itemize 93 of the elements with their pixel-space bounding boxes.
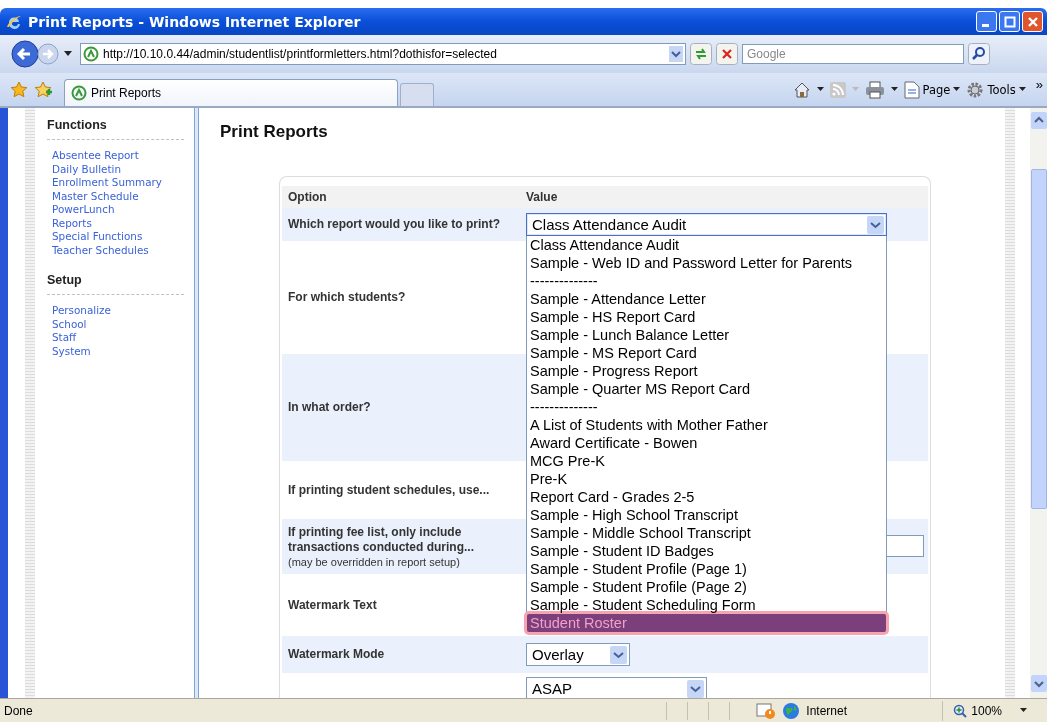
dropdown-option[interactable]: Award Certificate - Bowen xyxy=(527,434,886,452)
vertical-scrollbar[interactable] xyxy=(1030,108,1047,698)
maximize-icon xyxy=(1003,15,1016,28)
stop-icon[interactable] xyxy=(716,43,738,65)
sidebar-link[interactable]: Daily Bulletin xyxy=(52,162,194,176)
caret-icon[interactable] xyxy=(816,87,824,92)
dropdown-option[interactable]: Sample - Progress Report xyxy=(527,362,886,380)
status-text: Done xyxy=(4,703,34,718)
favorites-star-icon[interactable] xyxy=(10,80,28,99)
security-zone-label: Internet xyxy=(806,703,847,718)
dropdown-option[interactable]: Sample - Lunch Balance Letter xyxy=(527,326,886,344)
page-icon xyxy=(903,80,920,99)
home-icon[interactable] xyxy=(792,80,811,99)
dropdown-option[interactable]: Class Attendance Audit xyxy=(527,236,886,254)
option-label: Watermark Text xyxy=(288,597,378,613)
search-field[interactable]: Google xyxy=(742,44,964,64)
page-heading: Print Reports xyxy=(220,122,329,142)
section-heading: Functions xyxy=(47,118,108,132)
back-icon[interactable] xyxy=(10,39,40,69)
dropdown-option[interactable]: Sample - Student Profile (Page 2) xyxy=(527,578,886,596)
protected-mode-icon[interactable] xyxy=(756,701,777,720)
scroll-up-button[interactable] xyxy=(1030,112,1047,129)
caret-icon xyxy=(1020,708,1027,713)
caret-icon xyxy=(1018,87,1026,92)
sidebar-link[interactable]: Teacher Schedules xyxy=(52,243,194,257)
zoom-control[interactable]: 100% xyxy=(943,703,1047,718)
ie-logo-icon xyxy=(6,13,22,30)
close-button[interactable] xyxy=(1022,11,1043,32)
address-field[interactable]: http://10.10.0.44/admin/studentlist/printformletters.html?dothisfor=selected xyxy=(80,43,686,65)
select-field[interactable]: ASAP xyxy=(526,677,707,698)
sidebar-link[interactable]: Absentee Report xyxy=(52,149,194,163)
dropdown-option[interactable]: Report Card - Grades 2-5 xyxy=(527,488,886,506)
option-label: If printing fee list, only include transactions conducted during... xyxy=(288,524,476,555)
sidebar-link[interactable]: Special Functions xyxy=(52,230,194,244)
site-icon xyxy=(71,85,87,101)
browser-tab[interactable]: Print Reports xyxy=(64,79,398,106)
dropdown-option[interactable]: MCG Pre-K xyxy=(527,452,886,470)
dropdown-option[interactable]: Sample - MS Report Card xyxy=(527,344,886,362)
zoom-icon xyxy=(953,703,968,718)
add-favorite-icon[interactable] xyxy=(34,80,52,99)
sidebar-link[interactable]: Master Schedule xyxy=(52,189,194,203)
refresh-icon[interactable] xyxy=(690,43,712,65)
close-icon xyxy=(1026,15,1039,28)
dropdown-option[interactable]: -------------- xyxy=(527,398,886,416)
site-icon xyxy=(83,46,99,62)
option-label: If printing student schedules, use... xyxy=(288,482,491,498)
sidebar-link[interactable]: Reports xyxy=(52,216,194,230)
dropdown-option[interactable]: Sample - High School Transcript xyxy=(527,506,886,524)
dropdown-option[interactable]: Sample - Student ID Badges xyxy=(527,542,886,560)
caret-icon xyxy=(953,87,961,92)
sidebar-link[interactable]: System xyxy=(52,344,194,358)
dropdown-option[interactable]: A List of Students with Mother Father xyxy=(527,416,886,434)
dropdown-option[interactable]: Sample - Attendance Letter xyxy=(527,290,886,308)
sidebar-link[interactable]: Staff xyxy=(52,331,194,345)
section-heading: Setup xyxy=(47,273,83,287)
sidebar-link[interactable]: PowerLunch xyxy=(52,203,194,217)
printer-icon[interactable] xyxy=(864,80,885,99)
scrollbar-thumb[interactable] xyxy=(1030,169,1047,509)
dropdown-option[interactable]: Sample - Quarter MS Report Card xyxy=(527,380,886,398)
select-field[interactable]: Class Attendance Audit xyxy=(526,213,887,236)
option-label: Watermark Mode xyxy=(288,647,386,662)
gear-icon xyxy=(966,80,985,99)
sidebar-link[interactable]: Enrollment Summary xyxy=(52,176,194,190)
dropdown-option[interactable]: Student Roster xyxy=(527,614,886,632)
dropdown-option[interactable]: Sample - HS Report Card xyxy=(527,308,886,326)
search-icon[interactable] xyxy=(968,43,990,65)
option-label: For which students? xyxy=(288,290,407,305)
overflow-chevron[interactable]: » xyxy=(1035,77,1043,92)
minimize-icon xyxy=(981,24,989,27)
caret-icon[interactable] xyxy=(64,51,72,57)
maximize-button[interactable] xyxy=(999,11,1020,32)
select-field[interactable]: Overlay xyxy=(526,643,630,666)
globe-icon xyxy=(782,701,801,720)
page-menu[interactable]: Page xyxy=(903,80,961,99)
sidebar-link[interactable]: School xyxy=(52,317,194,331)
column-header: Value xyxy=(526,190,559,204)
minimize-button[interactable] xyxy=(976,11,997,32)
forward-icon[interactable] xyxy=(36,42,60,66)
dropdown-option[interactable]: Sample - Middle School Transcript xyxy=(527,524,886,542)
dropdown-option[interactable]: -------------- xyxy=(527,272,886,290)
dropdown-option[interactable]: Sample - Student Profile (Page 1) xyxy=(527,560,886,578)
dropdown-option[interactable]: Pre-K xyxy=(527,470,886,488)
dropdown-option[interactable]: Sample - Web ID and Password Letter for Parents xyxy=(527,254,886,272)
window-title: Print Reports - Windows Internet Explorer xyxy=(28,13,362,30)
scroll-down-button[interactable] xyxy=(1030,675,1047,692)
option-label: Which report would you like to print? xyxy=(288,217,501,232)
caret-icon[interactable] xyxy=(890,87,898,92)
dropdown-option[interactable]: Sample - Student Scheduling Form xyxy=(527,596,886,614)
column-header: Option xyxy=(287,190,328,204)
option-note: (may be overridden in report setup) xyxy=(288,554,461,569)
option-label: In what order? xyxy=(288,400,372,415)
tools-menu[interactable]: Tools xyxy=(966,80,1026,99)
sidebar-link[interactable]: Personalize xyxy=(52,304,194,318)
